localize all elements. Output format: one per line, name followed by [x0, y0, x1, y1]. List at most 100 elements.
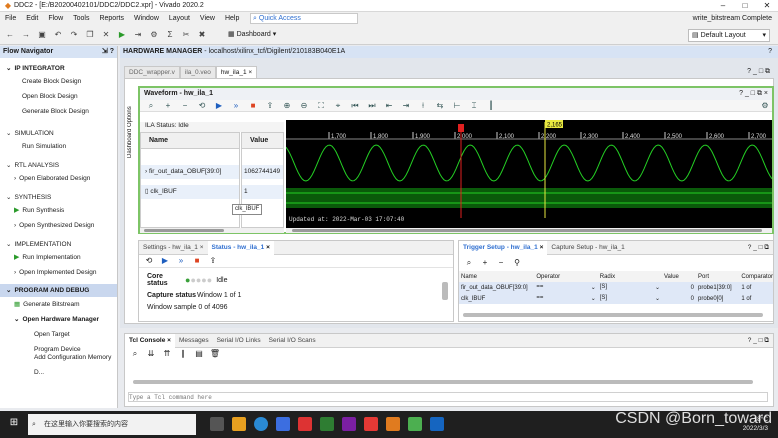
- cut-icon[interactable]: ✂: [180, 29, 192, 41]
- add-marker-icon[interactable]: ⍿: [416, 100, 430, 112]
- waveform-canvas[interactable]: 1,700 1,800 1,900 2,000 2,100 2,200 2,300 2,400…: [286, 120, 772, 228]
- auto-retrigger-icon[interactable]: ⟲: [195, 100, 209, 112]
- nav-open-hardware-manager[interactable]: ⌄ Open Hardware Manager: [0, 312, 117, 327]
- nav-open-block-design[interactable]: Open Block Design: [0, 89, 117, 104]
- tools-icon[interactable]: ✖: [196, 29, 208, 41]
- tab-ddc-wrapper[interactable]: DDC_wrapper.v: [124, 66, 180, 78]
- menu-reports[interactable]: Reports: [94, 12, 129, 26]
- section-rtl-analysis[interactable]: ⌄ RTL ANALYSIS: [0, 160, 117, 171]
- clear-icon[interactable]: ▤: [193, 348, 205, 360]
- delete-icon[interactable]: ✕: [100, 29, 112, 41]
- close-icon[interactable]: ×: [248, 69, 252, 76]
- close-icon[interactable]: ✕: [756, 0, 778, 12]
- windows-start-icon[interactable]: ⊞: [8, 417, 20, 429]
- tcl-scrollbar[interactable]: [133, 380, 753, 384]
- edge-icon[interactable]: [254, 417, 268, 431]
- goto-start-icon[interactable]: ⏮: [348, 100, 362, 112]
- operator-select[interactable]: == ⌄: [534, 293, 597, 304]
- tab-serial-io-scans[interactable]: Serial I/O Scans: [265, 334, 320, 348]
- help-icon[interactable]: ?: [768, 46, 772, 58]
- stop-icon[interactable]: ■: [191, 255, 203, 267]
- section-simulation[interactable]: ⌄ SIMULATION: [0, 128, 117, 139]
- word-icon[interactable]: [430, 417, 444, 431]
- collapse-icon[interactable]: ⇲ ?: [102, 46, 114, 58]
- tab-serial-io-links[interactable]: Serial I/O Links: [213, 334, 265, 348]
- tab-hw-ila[interactable]: hw_ila_1 ×: [215, 66, 258, 78]
- snap-icon[interactable]: ⊢: [450, 100, 464, 112]
- table-row[interactable]: fir_out_data_OBUF[39:0] == ⌄ [S] ⌄ 0 probe…: [459, 282, 773, 293]
- search-icon[interactable]: ⌕: [129, 348, 141, 360]
- auto-retrigger-icon[interactable]: ⟲: [143, 255, 155, 267]
- nav-open-elaborated-design[interactable]: › Open Elaborated Design: [0, 171, 117, 186]
- layout-select[interactable]: ▤ Default Layout ▾: [688, 29, 770, 42]
- run-trigger-icon[interactable]: ▶: [159, 255, 171, 267]
- settings-gear-icon[interactable]: ⚙: [148, 29, 160, 41]
- taskbar-search[interactable]: ⌕ 在这里输入你要搜索的内容: [28, 414, 196, 435]
- zoom-cursor-icon[interactable]: ⌖: [331, 100, 345, 112]
- undo-icon[interactable]: ↶: [52, 29, 64, 41]
- tcl-command-input[interactable]: [128, 392, 768, 402]
- expand-all-icon[interactable]: ⇈: [161, 348, 173, 360]
- tab-status[interactable]: Status - hw_ila_1 ×: [207, 240, 274, 255]
- vivado-icon[interactable]: [386, 417, 400, 431]
- panel-controls[interactable]: ? _ □ ⧉: [748, 337, 773, 345]
- section-implementation[interactable]: ⌄ IMPLEMENTATION: [0, 239, 117, 250]
- zoom-fit-icon[interactable]: ⛶: [314, 100, 328, 112]
- section-ip-integrator[interactable]: ⌄ IP INTEGRATOR: [0, 63, 117, 74]
- add-icon[interactable]: +: [161, 100, 175, 112]
- menu-edit[interactable]: Edit: [21, 12, 43, 26]
- section-program-and-debug[interactable]: ⌄ PROGRAM AND DEBUG: [0, 284, 117, 297]
- export-icon[interactable]: ⇪: [263, 100, 277, 112]
- maximize-icon[interactable]: □: [734, 0, 756, 12]
- nav-run-synthesis[interactable]: ▶ Run Synthesis: [0, 203, 117, 218]
- add-icon[interactable]: +: [479, 257, 491, 269]
- nav-create-block-design[interactable]: Create Block Design: [0, 74, 117, 89]
- stop-icon[interactable]: ■: [246, 100, 260, 112]
- nav-open-implemented-design[interactable]: › Open Implemented Design: [0, 265, 117, 280]
- menu-tools[interactable]: Tools: [68, 12, 94, 26]
- menu-file[interactable]: File: [0, 12, 21, 26]
- task-view-icon[interactable]: [210, 417, 224, 431]
- waveform-scrollbar[interactable]: [286, 228, 772, 233]
- nav-open-target[interactable]: Open Target: [0, 327, 117, 342]
- goto-end-icon[interactable]: ⏭: [365, 100, 379, 112]
- signal-row-fir-out[interactable]: › fir_out_data_OBUF[39:0]: [141, 165, 239, 179]
- operator-select[interactable]: == ⌄: [534, 282, 597, 293]
- section-synthesis[interactable]: ⌄ SYNTHESIS: [0, 192, 117, 203]
- minimize-icon[interactable]: –: [712, 0, 734, 12]
- tab-ila-veo[interactable]: ila_0.veo: [179, 66, 216, 78]
- export-icon[interactable]: ⇪: [207, 255, 219, 267]
- nav-generate-bitstream[interactable]: ▦ Generate Bitstream: [0, 297, 117, 312]
- nav-open-synthesized-design[interactable]: › Open Synthesized Design: [0, 218, 117, 233]
- cursor-icon[interactable]: ┃: [484, 100, 498, 112]
- save-icon[interactable]: ▣: [36, 29, 48, 41]
- run-immediate-icon[interactable]: »: [175, 255, 187, 267]
- tab-settings[interactable]: Settings - hw_ila_1 ×: [139, 241, 208, 255]
- delete-icon[interactable]: 🗑: [209, 348, 221, 360]
- app-icon[interactable]: [408, 417, 422, 431]
- store-icon[interactable]: [276, 417, 290, 431]
- scroll-thumb[interactable]: [144, 229, 224, 232]
- pause-icon[interactable]: ∥: [177, 348, 189, 360]
- table-row[interactable]: clk_IBUF == ⌄ [S] ⌄ 0 probe0[0] 1 of: [459, 293, 773, 304]
- nav-add-config-memory[interactable]: Add Configuration Memory D...: [0, 354, 117, 376]
- zoom-out-icon[interactable]: ⊖: [297, 100, 311, 112]
- quick-access-input[interactable]: ⌕ Quick Access: [250, 13, 358, 24]
- status-scrollbar[interactable]: [442, 282, 448, 300]
- window-controls[interactable]: ? _ □ ⧉ ×: [739, 88, 768, 100]
- scroll-thumb[interactable]: [292, 229, 762, 232]
- zoom-in-icon[interactable]: ⊕: [280, 100, 294, 112]
- collapse-all-icon[interactable]: ⇊: [145, 348, 157, 360]
- tab-messages[interactable]: Messages: [175, 334, 213, 348]
- back-icon[interactable]: ←: [4, 29, 16, 41]
- dashboard-button[interactable]: ▦ Dashboard ▾: [228, 30, 276, 38]
- radix-select[interactable]: [S] ⌄: [598, 282, 662, 293]
- search-icon[interactable]: ⌕: [144, 100, 158, 112]
- forward-icon[interactable]: →: [20, 29, 32, 41]
- signal-row-clk[interactable]: ▯ clk_IBUF: [141, 185, 239, 199]
- tab-capture-setup[interactable]: Capture Setup - hw_ila_1: [547, 241, 628, 255]
- trigger-marker-flag[interactable]: [458, 124, 464, 132]
- app-icon[interactable]: [320, 417, 334, 431]
- redo-icon[interactable]: ↷: [68, 29, 80, 41]
- panel-controls[interactable]: ? _ □ ⧉: [748, 244, 773, 252]
